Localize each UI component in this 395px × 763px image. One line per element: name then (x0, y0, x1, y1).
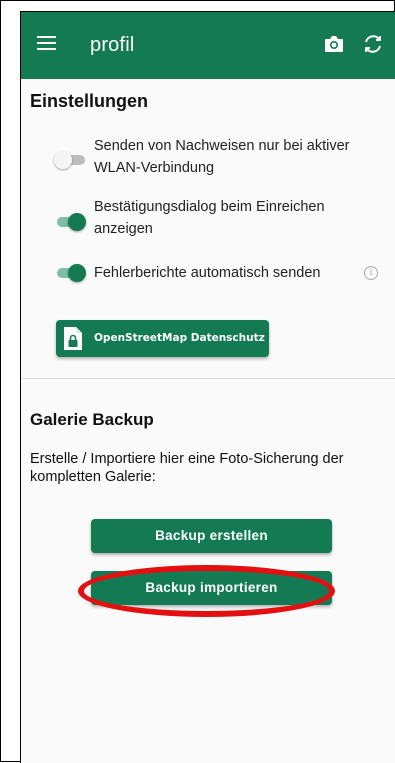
confirm-dialog-switch[interactable] (54, 213, 86, 231)
info-icon[interactable]: i (364, 266, 378, 280)
app-screen: profil Einstellungen Senden von Nachweis… (20, 11, 395, 763)
osm-privacy-label: OpenStreetMap Datenschutz (94, 332, 265, 344)
backup-description: Erstelle / Importiere hier eine Foto-Sic… (30, 451, 344, 485)
menu-icon[interactable] (37, 36, 56, 50)
create-backup-button[interactable]: Backup erstellen (91, 519, 332, 553)
osm-privacy-button[interactable]: OpenStreetMap Datenschutz (56, 320, 269, 357)
app-bar: profil (21, 12, 395, 79)
error-reports-label: Fehlerberichte automatisch senden (94, 265, 321, 281)
wlan-only-switch[interactable] (54, 151, 86, 169)
screenshot-frame: profil Einstellungen Senden von Nachweis… (0, 0, 395, 763)
document-lock-icon (64, 327, 82, 350)
refresh-icon[interactable] (362, 33, 384, 55)
error-reports-switch[interactable] (54, 264, 86, 282)
confirm-dialog-label: Bestätigungsdialog beim Einreichen anzei… (94, 199, 325, 237)
settings-heading: Einstellungen (30, 91, 149, 111)
section-divider (21, 378, 395, 379)
wlan-only-label: Senden von Nachweisen nur bei aktiver WL… (94, 138, 350, 176)
camera-icon[interactable] (323, 34, 345, 54)
backup-heading: Galerie Backup (30, 410, 154, 429)
import-backup-button[interactable]: Backup importieren (91, 571, 332, 605)
page-title: profil (90, 34, 135, 56)
